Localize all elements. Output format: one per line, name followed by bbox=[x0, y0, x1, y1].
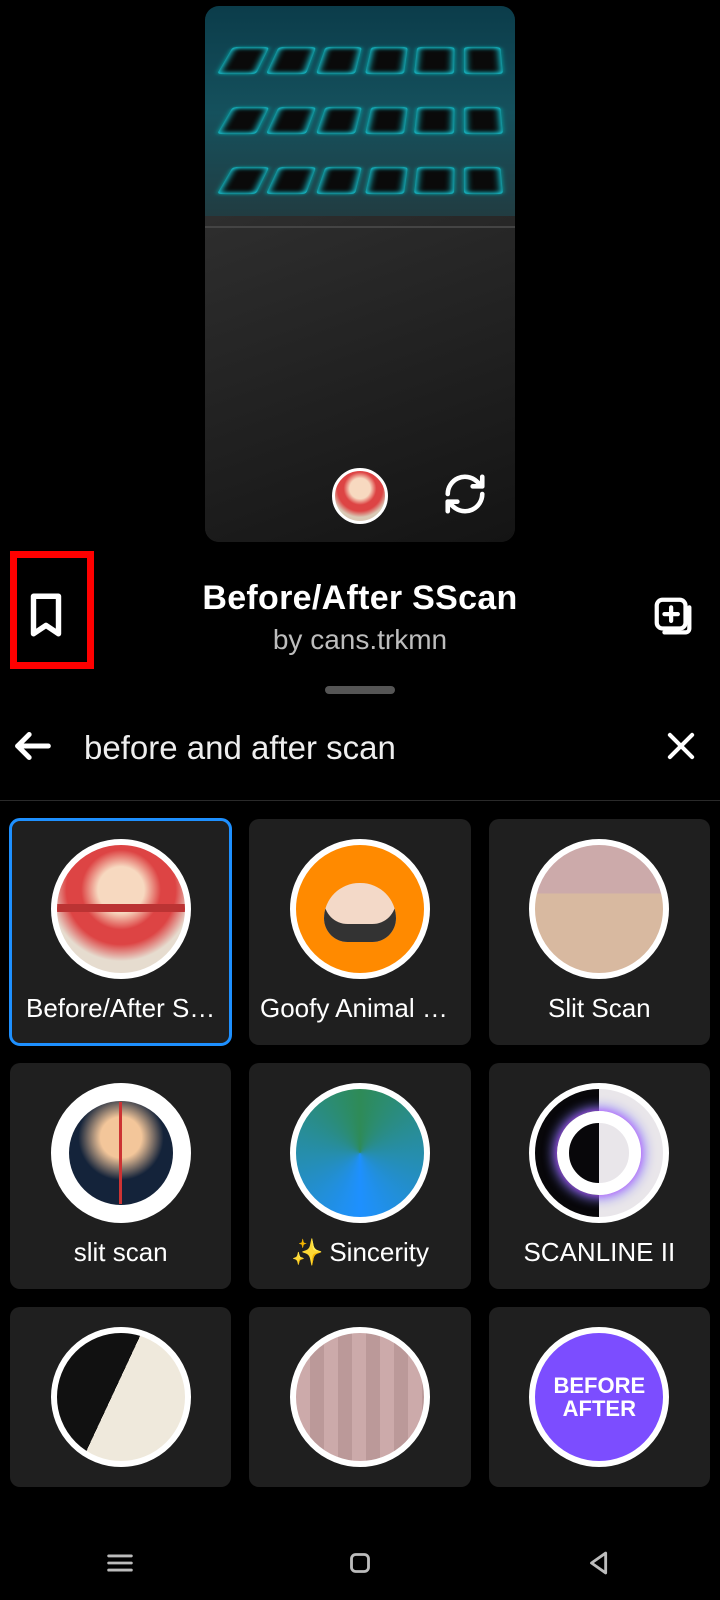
effect-label: SCANLINE II bbox=[523, 1237, 675, 1268]
effect-label: Goofy Animal F… bbox=[260, 993, 460, 1024]
creator-avatar[interactable] bbox=[332, 468, 388, 524]
effect-tile[interactable] bbox=[249, 1307, 470, 1487]
effect-author[interactable]: by cans.trkmn bbox=[92, 624, 628, 656]
effect-title-bar: Before/After SScan by cans.trkmn bbox=[0, 562, 720, 672]
camera-preview-wrap bbox=[0, 0, 720, 542]
effect-thumbnail bbox=[529, 1083, 669, 1223]
system-nav-bar bbox=[0, 1530, 720, 1600]
effect-tile[interactable]: Slit Scan bbox=[489, 819, 710, 1045]
effect-label: Slit Scan bbox=[548, 993, 651, 1024]
nav-back-button[interactable] bbox=[583, 1546, 617, 1585]
effect-tile[interactable]: SCANLINE II bbox=[489, 1063, 710, 1289]
effect-tile[interactable]: Goofy Animal F… bbox=[249, 819, 470, 1045]
effect-tile[interactable]: ✨Sincerity bbox=[249, 1063, 470, 1289]
effect-label: slit scan bbox=[74, 1237, 168, 1268]
effect-thumbnail bbox=[529, 839, 669, 979]
search-input[interactable]: before and after scan bbox=[56, 729, 662, 767]
back-button[interactable] bbox=[10, 723, 56, 774]
effect-label: ✨Sincerity bbox=[291, 1237, 429, 1268]
sparkle-icon: ✨ bbox=[291, 1237, 323, 1267]
effect-thumbnail bbox=[51, 1083, 191, 1223]
preview-image bbox=[205, 6, 515, 542]
effect-label: Before/After S… bbox=[26, 993, 215, 1024]
effects-grid: Before/After S… Goofy Animal F… Slit Sca… bbox=[0, 801, 720, 1487]
flip-camera-button[interactable] bbox=[437, 466, 493, 522]
effect-tile[interactable]: slit scan bbox=[10, 1063, 231, 1289]
home-button[interactable] bbox=[343, 1546, 377, 1585]
effect-thumbnail bbox=[290, 1083, 430, 1223]
effect-tile[interactable]: Before/After S… bbox=[10, 819, 231, 1045]
effect-thumbnail bbox=[51, 839, 191, 979]
tutorial-highlight-box bbox=[10, 551, 94, 669]
effect-title: Before/After SScan bbox=[92, 579, 628, 618]
effect-thumbnail bbox=[290, 1327, 430, 1467]
effect-thumbnail bbox=[51, 1327, 191, 1467]
effects-search-sheet: before and after scan Before/After S… Go… bbox=[0, 674, 720, 1530]
effect-tile[interactable]: BEFORE AFTER bbox=[489, 1307, 710, 1487]
sheet-drag-handle[interactable] bbox=[325, 686, 395, 694]
add-to-story-button[interactable] bbox=[628, 594, 720, 640]
recent-apps-button[interactable] bbox=[103, 1546, 137, 1585]
effect-thumbnail: BEFORE AFTER bbox=[529, 1327, 669, 1467]
clear-search-button[interactable] bbox=[662, 727, 700, 770]
camera-preview[interactable] bbox=[205, 6, 515, 542]
effect-thumbnail bbox=[290, 839, 430, 979]
effect-tile[interactable] bbox=[10, 1307, 231, 1487]
